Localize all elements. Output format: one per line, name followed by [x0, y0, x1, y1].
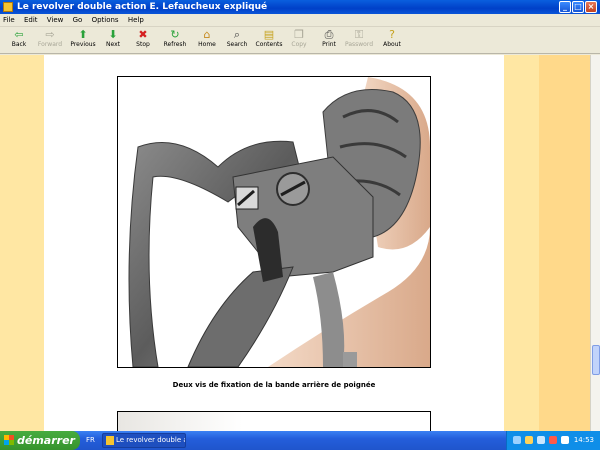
menu-help[interactable]: Help: [128, 16, 144, 24]
tray-app-icon[interactable]: [537, 436, 545, 444]
system-tray: 14:53: [506, 431, 600, 450]
minimize-button[interactable]: _: [559, 1, 571, 13]
stop-button[interactable]: ✖ Stop: [126, 29, 160, 53]
back-arrow-icon: ⇦: [14, 28, 24, 41]
forward-button: ⇨ Forward: [33, 29, 67, 53]
next-label: Next: [106, 41, 120, 48]
menu-file[interactable]: File: [3, 16, 15, 24]
down-arrow-icon: ⬇: [108, 28, 118, 41]
language-indicator[interactable]: FR: [86, 431, 95, 450]
copy-icon: ❐: [294, 28, 304, 41]
menu-go[interactable]: Go: [73, 16, 83, 24]
toolbar: ⇦ Back ⇨ Forward ⬆ Previous ⬇ Next ✖ Stop ↻ Refresh…: [0, 27, 600, 54]
help-book-icon: [106, 436, 114, 445]
app-icon: [3, 2, 13, 12]
search-label: Search: [226, 41, 248, 48]
forward-label: Forward: [37, 41, 63, 48]
home-label: Home: [198, 41, 216, 48]
taskbar-window-button[interactable]: Le revolver double ac...: [102, 433, 186, 448]
previous-button[interactable]: ⬆ Previous: [66, 29, 100, 53]
print-icon: ⎙: [324, 28, 334, 41]
copy-label: Copy: [291, 41, 307, 48]
password-label: Password: [344, 41, 374, 48]
scrollbar-thumb[interactable]: [592, 345, 600, 375]
window-title: Le revolver double action E. Lefaucheux …: [17, 2, 268, 12]
print-button[interactable]: ⎙ Print: [312, 29, 346, 53]
stop-label: Stop: [136, 41, 150, 48]
about-button[interactable]: ? About: [375, 29, 409, 53]
back-label: Back: [11, 41, 27, 48]
vertical-scrollbar[interactable]: [590, 55, 600, 431]
menu-view[interactable]: View: [47, 16, 64, 24]
print-label: Print: [322, 41, 336, 48]
home-button[interactable]: ⌂ Home: [190, 29, 224, 53]
copy-button: ❐ Copy: [282, 29, 316, 53]
revolver-grip-photo: [117, 76, 431, 368]
window-titlebar[interactable]: Le revolver double action E. Lefaucheux …: [0, 0, 600, 14]
document-view: Deux vis de fixation de la bande arrière…: [0, 55, 590, 431]
refresh-button[interactable]: ↻ Refresh: [158, 29, 192, 53]
network-icon[interactable]: [513, 436, 521, 444]
key-icon: ⚿: [354, 28, 364, 41]
up-arrow-icon: ⬆: [78, 28, 88, 41]
next-photo: [117, 411, 431, 431]
revolver-grip-illustration: [128, 77, 430, 367]
search-icon: ⌕: [233, 28, 241, 41]
start-button[interactable]: démarrer: [0, 431, 80, 450]
menu-options[interactable]: Options: [92, 16, 119, 24]
next-button[interactable]: ⬇ Next: [96, 29, 130, 53]
search-button[interactable]: ⌕ Search: [220, 29, 254, 53]
contents-label: Contents: [255, 41, 283, 48]
menu-edit[interactable]: Edit: [24, 16, 38, 24]
clock: 14:53: [573, 436, 594, 444]
photo-caption: Deux vis de fixation de la bande arrière…: [172, 381, 376, 389]
menu-bar: File Edit View Go Options Help: [0, 14, 600, 27]
refresh-label: Refresh: [163, 41, 187, 48]
security-icon[interactable]: [549, 436, 557, 444]
home-icon: ⌂: [203, 28, 211, 41]
windows-logo-icon: [4, 435, 14, 445]
taskbar-window-label: Le revolver double ac...: [116, 436, 185, 444]
previous-label: Previous: [70, 41, 96, 48]
back-button[interactable]: ⇦ Back: [2, 29, 36, 53]
help-icon: ?: [389, 28, 395, 41]
password-button: ⚿ Password: [342, 29, 376, 53]
forward-arrow-icon: ⇨: [45, 28, 55, 41]
about-label: About: [383, 41, 401, 48]
contents-icon: ▤: [263, 28, 275, 41]
start-label: démarrer: [17, 434, 75, 447]
tray-monitor-icon[interactable]: [561, 436, 569, 444]
volume-icon[interactable]: [525, 436, 533, 444]
close-button[interactable]: ×: [585, 1, 597, 13]
left-margin-stripe: [0, 55, 44, 431]
stop-icon: ✖: [138, 28, 148, 41]
right-margin-stripe-dark: [539, 55, 590, 431]
maximize-button[interactable]: □: [572, 1, 584, 13]
taskbar: démarrer FR Le revolver double ac... 14:…: [0, 431, 600, 450]
refresh-icon: ↻: [170, 28, 180, 41]
contents-button[interactable]: ▤ Contents: [252, 29, 286, 53]
